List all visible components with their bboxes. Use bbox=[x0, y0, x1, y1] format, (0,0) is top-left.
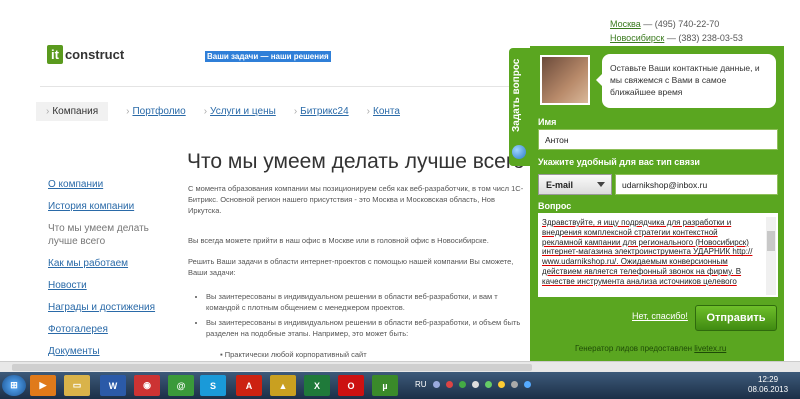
media-player-icon[interactable]: ▶ bbox=[30, 375, 56, 396]
question-line: внедрения комплексной стратегии контекст… bbox=[542, 227, 718, 237]
clock-time: 12:29 bbox=[758, 375, 779, 384]
system-tray: RU bbox=[415, 380, 531, 389]
list-item: Вы заинтересованы в индивидуальном решен… bbox=[206, 317, 528, 339]
main-nav: › Компания › Портфолио › Услуги и цены › Бит… bbox=[36, 102, 418, 121]
taskbar: ⊞ ▶ ▭ W ◉ @ S A ▲ X O µ RU 12:29 08.06.2… bbox=[0, 372, 800, 399]
question-line: Здравствуйте, я ищу подрядчика для разра… bbox=[542, 218, 732, 227]
tray-icon[interactable] bbox=[510, 381, 518, 388]
browser-page: it construct Ваши задачи — наши решения … bbox=[0, 0, 800, 361]
tray-icon[interactable] bbox=[471, 381, 479, 388]
sidebar-item-current: Что мы умеем делать лучше всего bbox=[48, 223, 149, 247]
sidebar-item-gallery[interactable]: Фотогалерея bbox=[48, 323, 168, 336]
tray-icon[interactable] bbox=[484, 381, 492, 388]
contact-phone: — (495) 740-22-70 bbox=[640, 19, 720, 29]
contact-novosibirsk: Новосибирск — (383) 238-03-53 bbox=[610, 31, 743, 45]
sub-bullet-text: Практически любой корпоративный сайт bbox=[224, 350, 367, 359]
nav-label: Конта bbox=[373, 106, 400, 117]
logo-it: it bbox=[47, 45, 63, 64]
page-title: Что мы умеем делать лучше всего bbox=[187, 150, 525, 173]
credit-text: Генератор лидов предоставлен bbox=[575, 344, 695, 353]
contact-city-link[interactable]: Москва bbox=[610, 19, 641, 29]
question-line: www.udarnikshop.ru/. Ожидаемым конверсио… bbox=[542, 257, 728, 267]
send-button[interactable]: Отправить bbox=[695, 305, 777, 331]
tray-icon[interactable] bbox=[445, 381, 453, 388]
nav-item-bitrix24[interactable]: › Битрикс24 bbox=[294, 106, 349, 117]
tray-icon[interactable] bbox=[497, 381, 505, 388]
sidebar-item-how-we-work[interactable]: Как мы работаем bbox=[48, 257, 168, 270]
list-item: Вы заинтересованы в индивидуальном решен… bbox=[206, 291, 528, 313]
contact-moscow: Москва — (495) 740-22-70 bbox=[610, 17, 743, 31]
operator-message: Оставьте Ваши контактные данные, и мы св… bbox=[596, 54, 776, 108]
bat-icon[interactable]: ▲ bbox=[270, 375, 296, 396]
nav-item-portfolio[interactable]: › Портфолио bbox=[126, 106, 186, 117]
chrome-icon[interactable]: ◉ bbox=[134, 375, 160, 396]
paragraph: Решить Ваши задачи в области интернет-пр… bbox=[188, 257, 514, 277]
question-textarea[interactable]: Здравствуйте, я ищу подрядчика для разра… bbox=[538, 213, 778, 297]
nav-item-company[interactable]: › Компания bbox=[36, 102, 109, 121]
clock[interactable]: 12:29 08.06.2013 bbox=[748, 375, 788, 395]
nav-label: Портфолио bbox=[132, 106, 186, 117]
sidebar-item-awards[interactable]: Награды и достижения bbox=[48, 301, 168, 314]
question-line: рекламной кампании для регионального (Но… bbox=[542, 237, 749, 247]
language-indicator[interactable]: RU bbox=[415, 380, 427, 389]
question-line: действием является телефонный звонок на … bbox=[542, 266, 742, 276]
contact-city-link[interactable]: Новосибирск bbox=[610, 33, 664, 43]
paragraph: Вы всегда можете прийти в наш офис в Мос… bbox=[188, 236, 489, 245]
start-icon[interactable]: ⊞ bbox=[2, 375, 26, 396]
torrent-icon[interactable]: µ bbox=[372, 375, 398, 396]
operator-avatar bbox=[540, 55, 590, 105]
tray-icon[interactable] bbox=[432, 381, 440, 388]
logo-text: construct bbox=[64, 47, 125, 62]
site-logo[interactable]: it construct bbox=[47, 45, 124, 64]
opera-icon[interactable]: O bbox=[338, 375, 364, 396]
chevron-down-icon bbox=[597, 182, 605, 187]
sidebar-item-about[interactable]: О компании bbox=[48, 178, 168, 191]
nav-item-services[interactable]: › Услуги и цены bbox=[204, 106, 276, 117]
name-label: Имя bbox=[538, 117, 557, 127]
nav-label: Компания bbox=[52, 106, 99, 117]
tray-icon[interactable] bbox=[458, 381, 466, 388]
scrollbar-thumb[interactable] bbox=[12, 364, 532, 371]
bullet-list: Вы заинтересованы в индивидуальном решен… bbox=[188, 291, 528, 339]
sidebar-item-news[interactable]: Новости bbox=[48, 279, 168, 292]
explorer-icon[interactable]: ▭ bbox=[64, 375, 90, 396]
email-icon[interactable]: @ bbox=[168, 375, 194, 396]
tray-icon[interactable] bbox=[523, 381, 531, 388]
scrollbar-thumb[interactable] bbox=[767, 231, 775, 251]
sidebar-item-history[interactable]: История компании bbox=[48, 200, 168, 213]
site-slogan: Ваши задачи — наши решения bbox=[205, 51, 331, 62]
question-label: Вопрос bbox=[538, 201, 572, 211]
widget-credit: Генератор лидов предоставлен livetex.ru bbox=[575, 344, 726, 353]
no-thanks-link[interactable]: Нет, спасибо! bbox=[632, 311, 688, 321]
excel-icon[interactable]: X bbox=[304, 375, 330, 396]
sidebar-item-documents[interactable]: Документы bbox=[48, 345, 168, 358]
globe-icon bbox=[512, 145, 526, 159]
nav-label: Услуги и цены bbox=[210, 106, 276, 117]
contact-phone: — (383) 238-03-53 bbox=[664, 33, 743, 43]
question-line: качестве инструмента анализа источников … bbox=[542, 276, 737, 286]
skype-icon[interactable]: S bbox=[200, 375, 226, 396]
pdf-icon[interactable]: A bbox=[236, 375, 262, 396]
sidebar-menu: О компании История компании Что мы умеем… bbox=[48, 178, 168, 361]
contact-type-select[interactable]: E-mail bbox=[538, 174, 612, 195]
contact-type-value: E-mail bbox=[546, 179, 574, 190]
word-icon[interactable]: W bbox=[100, 375, 126, 396]
header-divider bbox=[40, 86, 550, 87]
credit-link[interactable]: livetex.ru bbox=[694, 344, 726, 353]
ask-question-label: Задать вопрос bbox=[511, 58, 522, 132]
contact-value-input[interactable]: udarnikshop@inbox.ru bbox=[615, 174, 778, 195]
name-input[interactable]: Антон bbox=[538, 129, 778, 150]
textarea-scrollbar[interactable] bbox=[766, 217, 776, 295]
clock-date: 08.06.2013 bbox=[748, 385, 789, 394]
contact-type-label: Укажите удобный для вас тип связи bbox=[538, 157, 700, 167]
question-line: интернет-магазина электроинструмента УДА… bbox=[542, 247, 753, 257]
paragraph: С момента образования компании мы позици… bbox=[188, 184, 524, 215]
sub-list-item: ▪ Практически любой корпоративный сайт bbox=[220, 350, 367, 359]
nav-label: Битрикс24 bbox=[300, 106, 349, 117]
contacts: Москва — (495) 740-22-70 Новосибирск — (… bbox=[610, 17, 743, 45]
ask-question-tab[interactable]: Задать вопрос bbox=[509, 48, 530, 166]
nav-item-contacts[interactable]: › Конта bbox=[367, 106, 400, 117]
